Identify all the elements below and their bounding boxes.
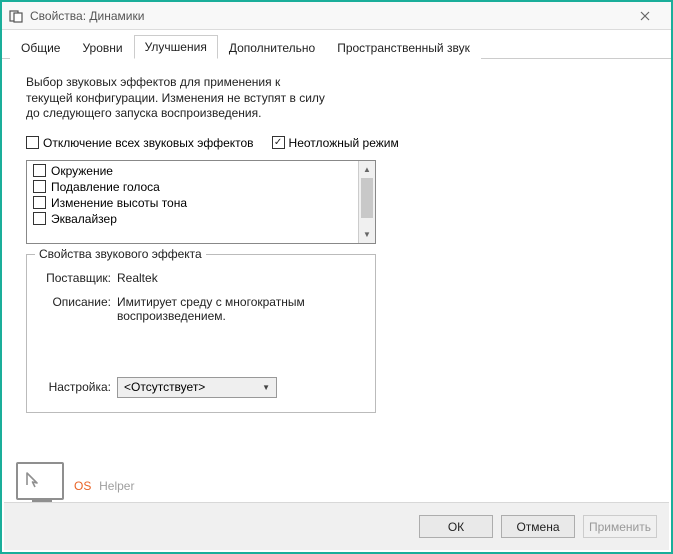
description-value: Имитирует среду с многократным воспроизв… [117,295,363,323]
checkbox-effect[interactable] [33,180,46,193]
label-immediate-mode: Неотложный режим [289,136,399,150]
effect-label: Подавление голоса [51,180,160,194]
tab-strip: Общие Уровни Улучшения Дополнительно Про… [2,30,671,59]
setting-label: Настройка: [39,380,117,394]
tab-spatial[interactable]: Пространственный звук [326,36,481,59]
window-frame: Свойства: Динамики Общие Уровни Улучшени… [0,0,673,554]
watermark: OS Helper [16,462,134,500]
scroll-thumb[interactable] [361,178,373,218]
checkbox-effect[interactable] [33,164,46,177]
titlebar: Свойства: Динамики [2,2,671,30]
tab-advanced[interactable]: Дополнительно [218,36,326,59]
watermark-monitor-icon [16,462,64,500]
watermark-os: OS [74,479,91,493]
checkbox-effect[interactable] [33,196,46,209]
dropdown-value: <Отсутствует> [124,380,205,394]
effect-properties-group: Свойства звукового эффекта Поставщик: Re… [26,254,376,413]
app-icon [8,8,24,24]
list-item[interactable]: Изменение высоты тона [31,195,371,211]
checkbox-immediate-mode[interactable] [272,136,285,149]
checkbox-effect[interactable] [33,212,46,225]
chevron-down-icon: ▼ [262,383,270,392]
apply-button[interactable]: Применить [583,515,657,538]
vendor-label: Поставщик: [39,271,117,285]
ok-button[interactable]: ОК [419,515,493,538]
scroll-track[interactable] [359,218,375,226]
tab-general[interactable]: Общие [10,36,71,59]
window-title: Свойства: Динамики [30,9,625,23]
scroll-down-icon[interactable]: ▼ [359,226,375,243]
tab-content: Выбор звуковых эффектов для применения к… [2,59,671,429]
toggle-row: Отключение всех звуковых эффектов Неотло… [26,136,647,150]
list-item[interactable]: Окружение [31,163,371,179]
effect-label: Эквалайзер [51,212,117,226]
description-label: Описание: [39,295,117,323]
effect-label: Изменение высоты тона [51,196,187,210]
list-item[interactable]: Эквалайзер [31,211,371,227]
tab-levels[interactable]: Уровни [71,36,133,59]
tab-enhancements[interactable]: Улучшения [134,35,218,59]
checkbox-disable-all[interactable] [26,136,39,149]
effects-listbox[interactable]: Окружение Подавление голоса Изменение вы… [26,160,376,244]
scrollbar[interactable]: ▲ ▼ [358,161,375,243]
list-item[interactable]: Подавление голоса [31,179,371,195]
cancel-button[interactable]: Отмена [501,515,575,538]
watermark-helper: Helper [99,479,134,493]
effect-label: Окружение [51,164,113,178]
cursor-icon [24,470,42,488]
label-disable-all: Отключение всех звуковых эффектов [43,136,254,150]
close-button[interactable] [625,4,665,28]
description-text: Выбор звуковых эффектов для применения к… [26,75,326,122]
group-title: Свойства звукового эффекта [35,247,206,261]
vendor-value: Realtek [117,271,363,285]
scroll-up-icon[interactable]: ▲ [359,161,375,178]
button-bar: ОК Отмена Применить [4,502,669,550]
watermark-text: OS Helper [74,465,134,497]
setting-dropdown[interactable]: <Отсутствует> ▼ [117,377,277,398]
close-icon [640,11,650,21]
